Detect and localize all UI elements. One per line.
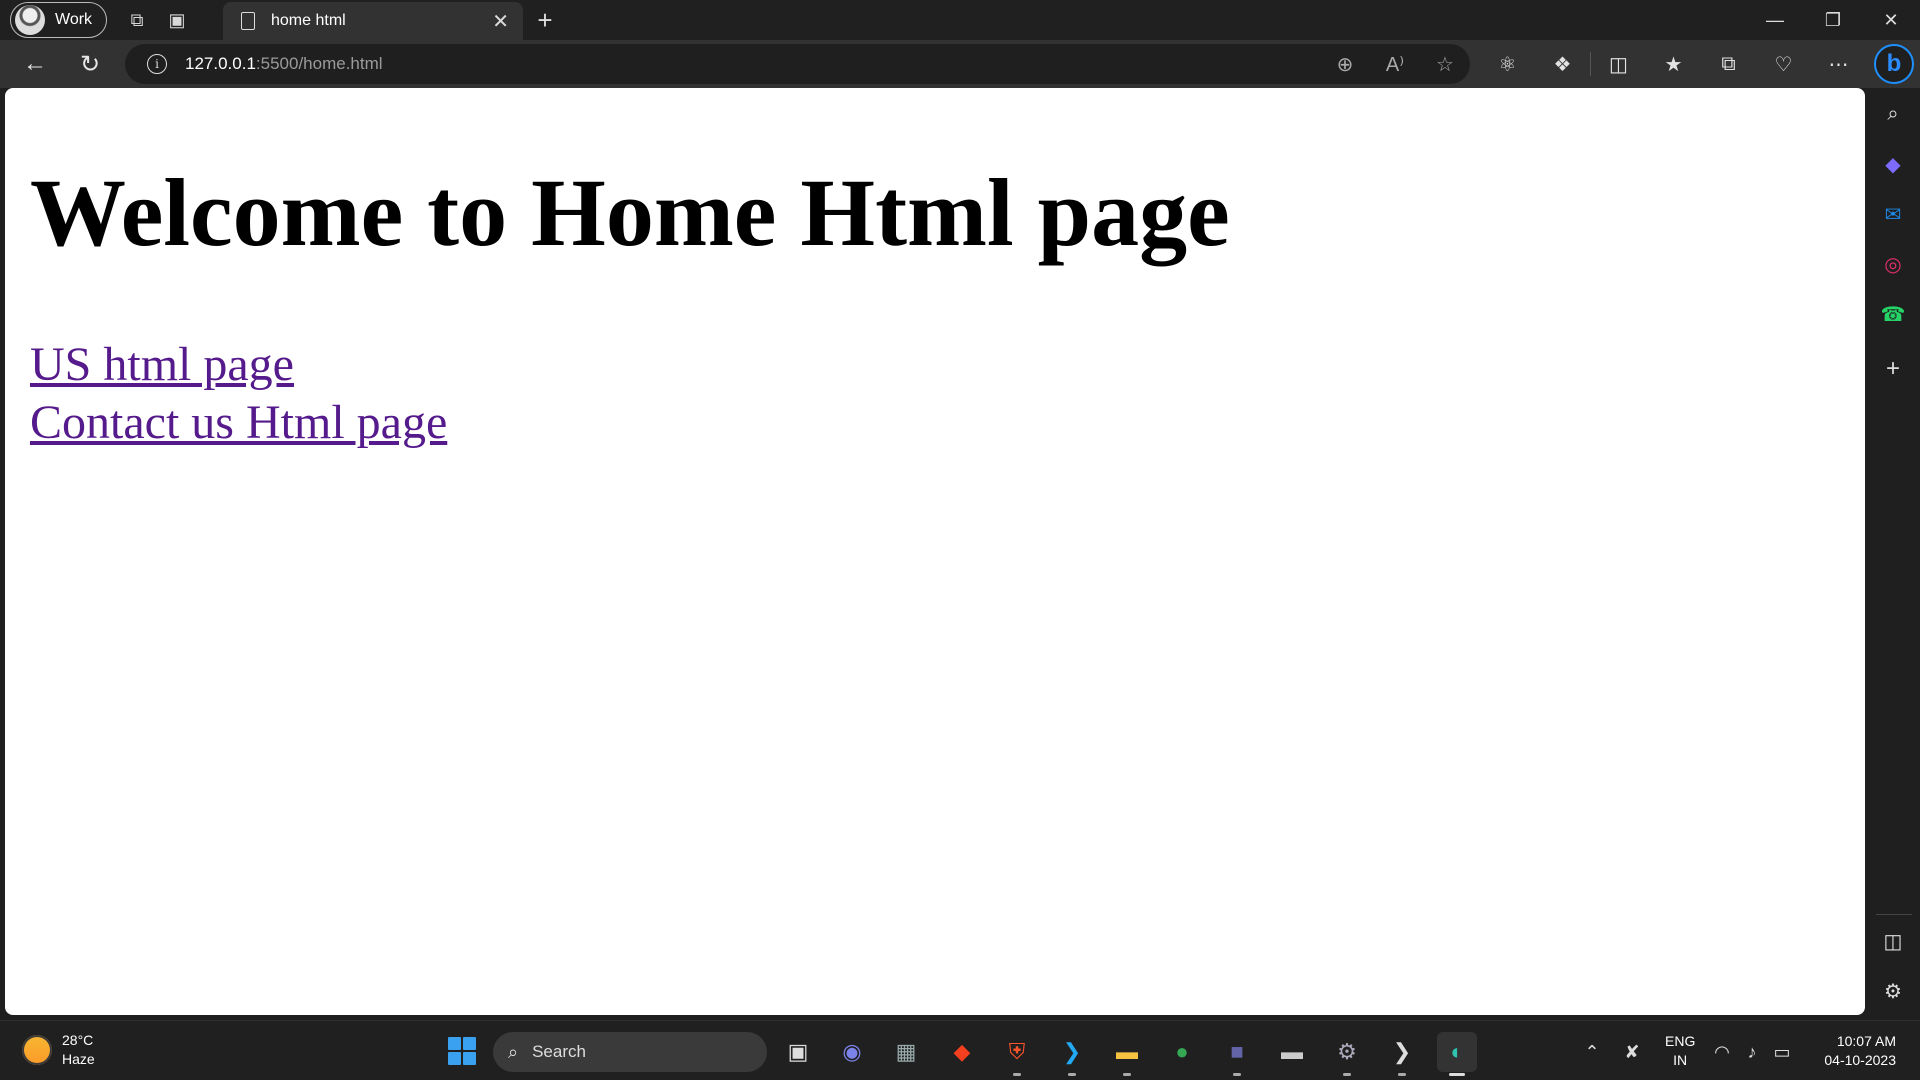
wifi-icon[interactable]: ◠ <box>1707 1032 1737 1072</box>
more-menu-icon[interactable]: ⋯ <box>1811 52 1866 77</box>
clock-time: 10:07 AM <box>1836 1033 1896 1049</box>
react-devtools-icon[interactable]: ⚛ <box>1480 52 1535 77</box>
mic-muted-icon[interactable]: ✘ <box>1612 1032 1652 1072</box>
copilot-icon[interactable]: ◆ <box>1866 144 1920 184</box>
sidebar-divider <box>1876 914 1912 915</box>
document-icon <box>241 12 255 30</box>
add-sidebar-app-icon[interactable]: + <box>1866 349 1920 389</box>
search-icon: ⌕ <box>508 1041 519 1062</box>
toolbar-icons: ⚛ ❖ ◫ ★ ⧉ ♡ ⋯ <box>1480 40 1866 88</box>
read-aloud-icon[interactable]: A⁾ <box>1370 52 1420 77</box>
edge-sidebar: ⌕ ◆ ✉ ◎ ☎ + ◫ ⚙ <box>1866 88 1920 1015</box>
collections-icon[interactable]: ⧉ <box>1701 53 1756 76</box>
bing-copilot-icon[interactable]: b <box>1874 44 1914 84</box>
profile-button[interactable]: Work <box>10 2 108 38</box>
new-tab-button[interactable]: + <box>530 0 560 40</box>
taskbar-search-label: Search <box>532 1042 586 1061</box>
browser-toolbar: ← ↻ i 127.0.0.1:5500/home.html ⊕ A⁾ ☆ ⚛ … <box>0 40 1920 88</box>
tab-actions-icon[interactable]: ▣ <box>157 0 197 40</box>
chrome-icon[interactable]: ● <box>1162 1032 1202 1072</box>
tab-home-html[interactable]: home html ✕ <box>223 2 523 40</box>
window-controls: — ❐ ✕ <box>1746 0 1920 40</box>
browser-essentials-icon[interactable]: ♡ <box>1756 52 1811 77</box>
hide-sidebar-icon[interactable]: ◫ <box>1866 921 1920 961</box>
weather-haze-icon <box>22 1035 52 1065</box>
outlook-icon[interactable]: ✉ <box>1866 194 1920 234</box>
profile-label: Work <box>55 11 93 28</box>
clock[interactable]: 10:07 AM 04-10-2023 <box>1824 1032 1896 1070</box>
split-screen-icon[interactable]: ◫ <box>1591 52 1646 77</box>
url-text[interactable]: 127.0.0.1:5500/home.html <box>185 54 1320 74</box>
page-heading: Welcome to Home Html page <box>30 159 1230 266</box>
input-language[interactable]: ENG IN <box>1665 1032 1695 1070</box>
volume-icon[interactable]: ♪ <box>1737 1032 1767 1072</box>
zoom-icon[interactable]: ⊕ <box>1320 52 1370 77</box>
clock-date: 04-10-2023 <box>1824 1052 1896 1068</box>
favorites-icon[interactable]: ★ <box>1646 52 1701 77</box>
minimize-button[interactable]: — <box>1746 0 1804 40</box>
avatar <box>15 5 45 35</box>
web-content: Welcome to Home Html page US html page C… <box>5 88 1865 1015</box>
lang-bottom: IN <box>1673 1052 1688 1068</box>
settings-app-icon[interactable]: ⚙ <box>1327 1032 1367 1076</box>
back-button[interactable]: ← <box>15 44 55 84</box>
vscode-icon[interactable]: ❯ <box>1052 1032 1092 1076</box>
show-hidden-icons-chevron-icon[interactable]: ⌃ <box>1572 1032 1612 1072</box>
battery-icon[interactable]: ▭ <box>1767 1032 1797 1072</box>
weather-temp: 28°C <box>62 1032 94 1048</box>
close-tab-icon[interactable]: ✕ <box>492 9 509 34</box>
sidebar-settings-icon[interactable]: ⚙ <box>1866 971 1920 1011</box>
favorite-star-icon[interactable]: ☆ <box>1420 52 1470 77</box>
weather-widget[interactable]: 28°C Haze <box>22 1031 95 1069</box>
search-icon[interactable]: ⌕ <box>1866 94 1920 134</box>
teams-icon[interactable]: ■ <box>1217 1032 1257 1076</box>
edge-taskbar-icon[interactable]: ◐ <box>1437 1032 1477 1076</box>
start-button[interactable] <box>448 1037 476 1065</box>
task-view-icon[interactable]: ▣ <box>778 1032 818 1072</box>
terminal-icon[interactable]: ❯ <box>1382 1032 1422 1076</box>
workspaces-icon[interactable]: ⧉ <box>117 0 157 40</box>
address-bar[interactable]: i 127.0.0.1:5500/home.html ⊕ A⁾ ☆ <box>125 44 1470 84</box>
taskbar-search[interactable]: ⌕ Search <box>493 1032 767 1072</box>
weather-desc: Haze <box>62 1051 95 1067</box>
site-info-icon[interactable]: i <box>147 54 167 74</box>
refresh-button[interactable]: ↻ <box>70 44 110 84</box>
calculator-icon[interactable]: ▦ <box>886 1032 926 1072</box>
taskbar: 28°C Haze ⌕ Search ▣ ◉ ▦ ◆ ⛨ ❯ ▬ ● ■ ▬ ⚙… <box>0 1020 1920 1080</box>
screen: Work ⧉ ▣ home html ✕ + — ❐ ✕ ← ↻ i 127.0… <box>0 0 1920 1080</box>
us-page-link[interactable]: US html page <box>30 336 294 394</box>
teams-chat-icon[interactable]: ◉ <box>832 1032 872 1072</box>
lang-top: ENG <box>1665 1033 1696 1049</box>
contact-us-page-link[interactable]: Contact us Html page <box>30 394 447 452</box>
url-host: 127.0.0.1 <box>185 54 256 73</box>
instagram-icon[interactable]: ◎ <box>1866 244 1920 284</box>
tab-title: home html <box>271 12 346 29</box>
url-path: :5500/home.html <box>255 54 383 73</box>
whatsapp-icon[interactable]: ☎ <box>1866 294 1920 334</box>
file-explorer-icon[interactable]: ▬ <box>1107 1032 1147 1076</box>
brave-browser-icon[interactable]: ⛨ <box>997 1032 1037 1076</box>
restore-button[interactable]: ❐ <box>1804 0 1862 40</box>
extensions-icon[interactable]: ❖ <box>1535 52 1590 77</box>
command-prompt-icon[interactable]: ▬ <box>1272 1032 1312 1072</box>
close-window-button[interactable]: ✕ <box>1862 0 1920 40</box>
git-app-icon[interactable]: ◆ <box>942 1032 982 1072</box>
